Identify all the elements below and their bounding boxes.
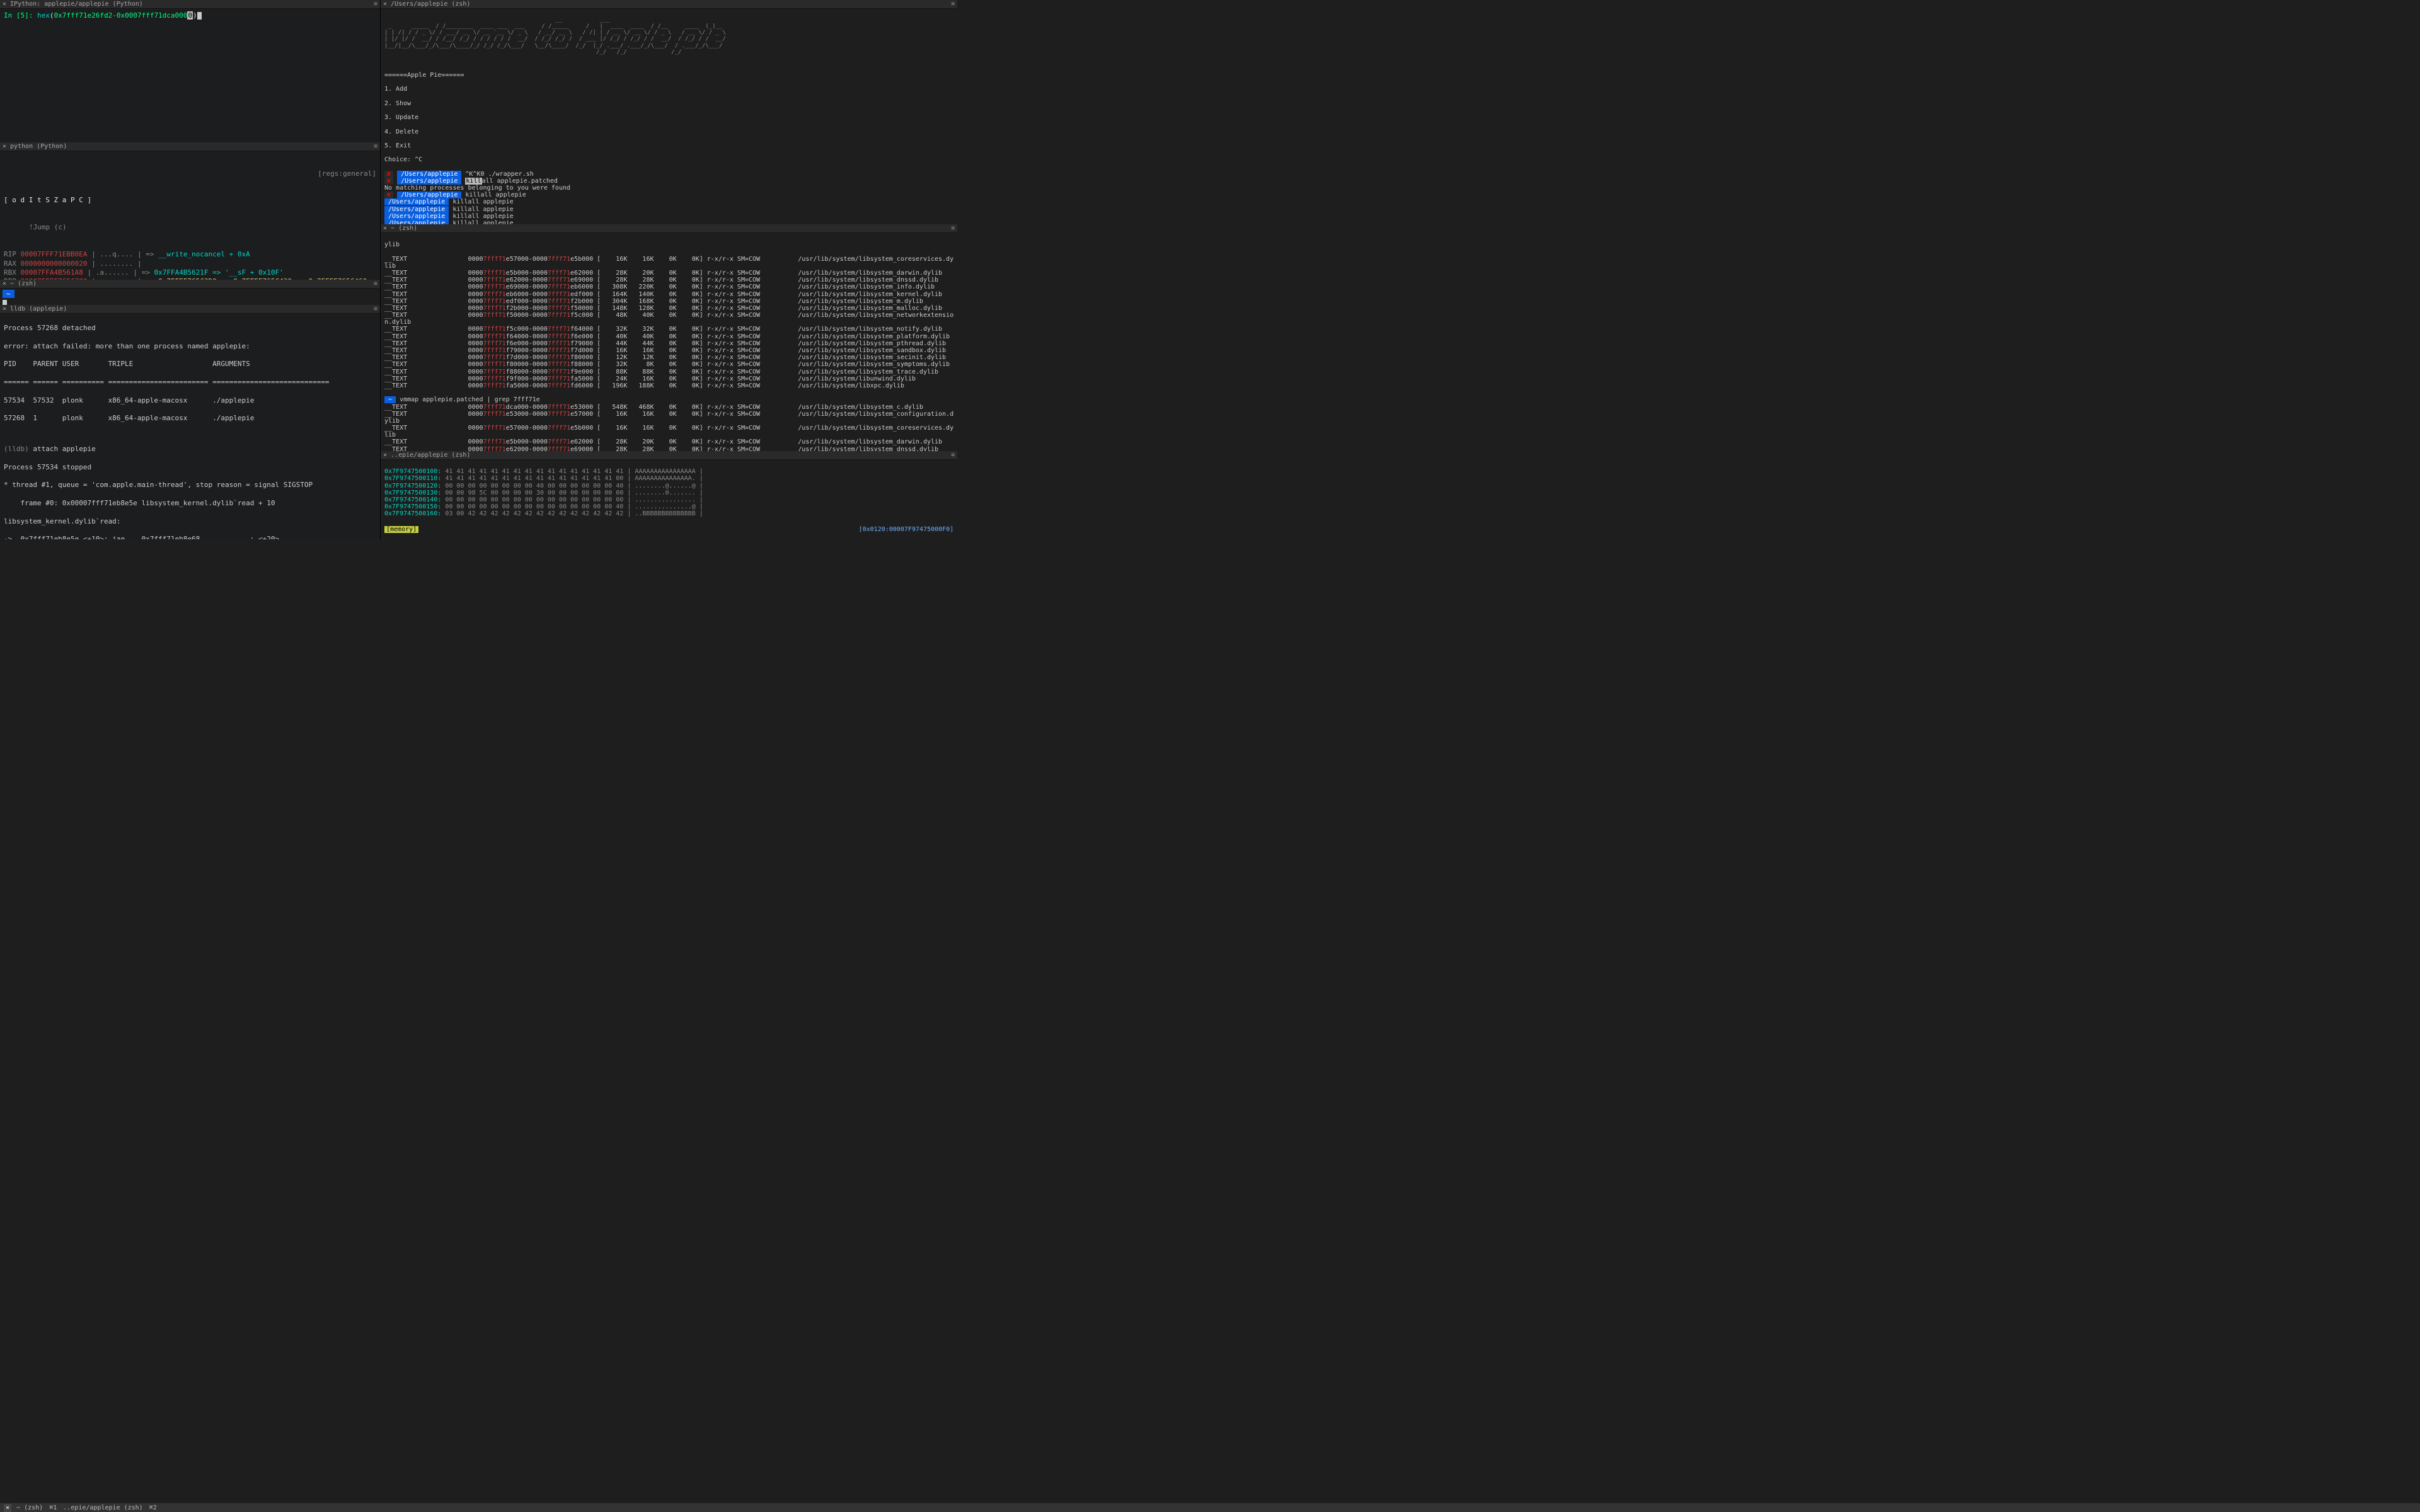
prompt-dir: ~ bbox=[3, 290, 14, 298]
regs-header: [regs:general] bbox=[4, 169, 376, 178]
tab-zsh-small[interactable]: × ~ (zsh) ≡ bbox=[0, 280, 380, 289]
terminal-line: No matching processes belonging to you w… bbox=[384, 185, 954, 192]
vmmap-row: __TEXT 00007fff71f79000-00007fff71f7d000… bbox=[384, 347, 954, 354]
vmmap-row: __TEXT 00007fff71f50000-00007fff71f5c000… bbox=[384, 312, 954, 319]
ipython-pane[interactable]: In [5]: hex(0x7fff71e26fd2-0x0007fff71dc… bbox=[0, 9, 380, 142]
terminal-line: /Users/applepie killall applepie bbox=[384, 213, 954, 220]
vmmap-row: __TEXT 00007fff71e5b000-00007fff71e62000… bbox=[384, 270, 954, 277]
close-icon[interactable]: × bbox=[3, 0, 6, 8]
vmmap-row: __TEXT 00007fff71f64000-00007fff71f6e000… bbox=[384, 333, 954, 340]
tab-title: ~ (zsh) bbox=[391, 224, 417, 232]
hex-row: 0x7F9747500140: 00 00 00 00 00 00 00 00 … bbox=[384, 496, 954, 503]
terminal-line: /Users/applepie killall applepie bbox=[384, 206, 954, 213]
menu-icon[interactable]: ≡ bbox=[951, 224, 955, 232]
vmmap-row: __TEXT 00007fff71e57000-00007fff71e5b000… bbox=[384, 256, 954, 263]
tab-title: ~ (zsh) bbox=[10, 280, 37, 288]
status-key-2: ⌘2 bbox=[149, 1504, 157, 1512]
status-key-1: ⌘1 bbox=[49, 1504, 57, 1512]
hex-row: 0x7F9747500100: 41 41 41 41 41 41 41 41 … bbox=[384, 468, 954, 475]
hexdump-pane[interactable]: 0x7F9747500100: 41 41 41 41 41 41 41 41 … bbox=[381, 460, 957, 539]
vmmap-row: __TEXT 00007fff71f80000-00007fff71f88000… bbox=[384, 361, 954, 368]
hex-row: 0x7F9747500110: 41 41 41 41 41 41 41 41 … bbox=[384, 475, 954, 482]
close-icon[interactable]: × bbox=[4, 1504, 11, 1512]
register-row: RIP 00007FFF71EBB0EA | ...q.... | => __w… bbox=[4, 250, 376, 259]
vmmap-row: __TEXT 00007fff71e5b000-00007fff71e62000… bbox=[384, 438, 954, 445]
close-icon[interactable]: × bbox=[383, 451, 387, 459]
terminal-line: ✘ /Users/applepie ^K^K0 ./wrapper.sh bbox=[384, 171, 954, 178]
vmmap-row: __TEXT 00007fff71f6e000-00007fff71f79000… bbox=[384, 340, 954, 347]
regs-flags: [ o d I t S Z a P C ] bbox=[4, 196, 91, 204]
vmmap-row: __TEXT 00007fff71edf000-00007fff71f2b000… bbox=[384, 298, 954, 305]
hex-row: 0x7F9747500120: 00 00 00 00 00 00 00 00 … bbox=[384, 483, 954, 490]
prompt-dir: ~ bbox=[384, 396, 396, 403]
vmmap-row: __TEXT 00007fff71e53000-00007fff71e57000… bbox=[384, 411, 954, 418]
vmmap-pane[interactable]: ylib __TEXT 00007fff71e57000-00007fff71e… bbox=[381, 233, 957, 451]
vmmap-row: __TEXT 00007fff71f9f000-00007fff71fa5000… bbox=[384, 375, 954, 382]
menu-icon[interactable]: ≡ bbox=[374, 142, 377, 151]
tab-title: /Users/applepie (zsh) bbox=[391, 0, 470, 8]
status-tab-2[interactable]: ..epie/applepie (zsh) bbox=[63, 1504, 142, 1512]
vmmap-row: __TEXT 00007fff71e62000-00007fff71e69000… bbox=[384, 446, 954, 451]
ipython-prompt: In [ bbox=[4, 11, 21, 20]
close-icon[interactable]: × bbox=[3, 142, 6, 151]
status-bar: × ~ (zsh) ⌘1 ..epie/applepie (zsh) ⌘2 bbox=[0, 1503, 2420, 1512]
tab-python-regs[interactable]: × python (Python) ≡ bbox=[0, 142, 380, 151]
terminal-line: ✘ /Users/applepie killall applepie.patch… bbox=[384, 178, 954, 185]
vmmap-row: __TEXT 00007fff71e57000-00007fff71e5b000… bbox=[384, 425, 954, 432]
vmmap-row: __TEXT 00007fff71e62000-00007fff71e69000… bbox=[384, 277, 954, 284]
registers-pane[interactable]: [regs:general] [ o d I t S Z a P C ] !Ju… bbox=[0, 151, 380, 280]
close-icon[interactable]: × bbox=[383, 224, 387, 232]
vmmap-row: __TEXT 00007fff71f88000-00007fff71f9e000… bbox=[384, 369, 954, 375]
menu-icon[interactable]: ≡ bbox=[951, 0, 955, 8]
tab-term-bot[interactable]: × ..epie/applepie (zsh) ≡ bbox=[381, 451, 957, 460]
memory-offset: [0x0120:00007F97475000F0] bbox=[859, 526, 954, 533]
menu-icon[interactable]: ≡ bbox=[374, 305, 377, 313]
cursor bbox=[3, 300, 7, 305]
vmmap-cmd: vmmap applepie.patched | grep 7fff71e bbox=[400, 396, 540, 403]
register-row: RBX 00007FFA4B561A8 | .a...... | => 0x7F… bbox=[4, 268, 376, 277]
close-icon[interactable]: × bbox=[3, 280, 6, 288]
menu-icon[interactable]: ≡ bbox=[374, 0, 377, 8]
vmmap-row: __TEXT 00007fff71f2b000-00007fff71f50000… bbox=[384, 305, 954, 312]
terminal-line: /Users/applepie killall applepie bbox=[384, 220, 954, 224]
status-tab-1[interactable]: ~ (zsh) bbox=[16, 1504, 43, 1512]
lldb-pane[interactable]: Process 57268 detached error: attach fai… bbox=[0, 314, 380, 539]
regs-jump: !Jump (c) bbox=[4, 223, 376, 232]
hex-row: 0x7F9747500130: 00 00 98 5C 00 00 00 00 … bbox=[384, 490, 954, 496]
cursor bbox=[197, 12, 202, 20]
tab-lldb[interactable]: × lldb (applepie) ≡ bbox=[0, 305, 380, 314]
vmmap-row: __TEXT 00007fff71f7d000-00007fff71f80000… bbox=[384, 354, 954, 361]
vmmap-row: __TEXT 00007fff71e69000-00007fff71eb6000… bbox=[384, 284, 954, 290]
vmmap-row: __TEXT 00007fff71dca000-00007fff71e53000… bbox=[384, 404, 954, 411]
terminal-top[interactable]: __ ___ _ _____ / /________ ____ ___ ___ … bbox=[381, 9, 957, 224]
tab-title: ..epie/applepie (zsh) bbox=[391, 451, 470, 459]
close-icon[interactable]: × bbox=[383, 0, 387, 8]
vmmap-row: __TEXT 00007fff71fa5000-00007fff71fd6000… bbox=[384, 382, 954, 389]
memory-badge: [memory] bbox=[384, 526, 418, 533]
tab-term-top[interactable]: × /Users/applepie (zsh) ≡ bbox=[381, 0, 957, 9]
terminal-line: /Users/applepie killall applepie bbox=[384, 198, 954, 205]
tab-title: python (Python) bbox=[10, 142, 67, 151]
vmmap-row: __TEXT 00007fff71eb6000-00007fff71edf000… bbox=[384, 291, 954, 298]
close-icon[interactable]: × bbox=[3, 305, 6, 313]
tab-title: lldb (applepie) bbox=[10, 305, 67, 313]
menu-icon[interactable]: ≡ bbox=[374, 280, 377, 288]
tab-ipython[interactable]: × IPython: applepie/applepie (Python) ≡ bbox=[0, 0, 380, 9]
tab-term-mid[interactable]: × ~ (zsh) ≡ bbox=[381, 224, 957, 233]
register-row: RAX 0000000000000020 | ........ | bbox=[4, 260, 376, 268]
vmmap-row: __TEXT 00007fff71f5c000-00007fff71f64000… bbox=[384, 326, 954, 333]
tab-title: IPython: applepie/applepie (Python) bbox=[10, 0, 143, 8]
terminal-line: ✘ /Users/applepie killall applepie bbox=[384, 192, 954, 198]
zsh-small-pane[interactable]: ~ bbox=[0, 289, 380, 305]
menu-icon[interactable]: ≡ bbox=[951, 451, 955, 459]
hex-row: 0x7F9747500150: 00 00 00 00 00 00 00 00 … bbox=[384, 503, 954, 510]
hex-row: 0x7F9747500160: 03 00 42 42 42 42 42 42 … bbox=[384, 510, 954, 517]
